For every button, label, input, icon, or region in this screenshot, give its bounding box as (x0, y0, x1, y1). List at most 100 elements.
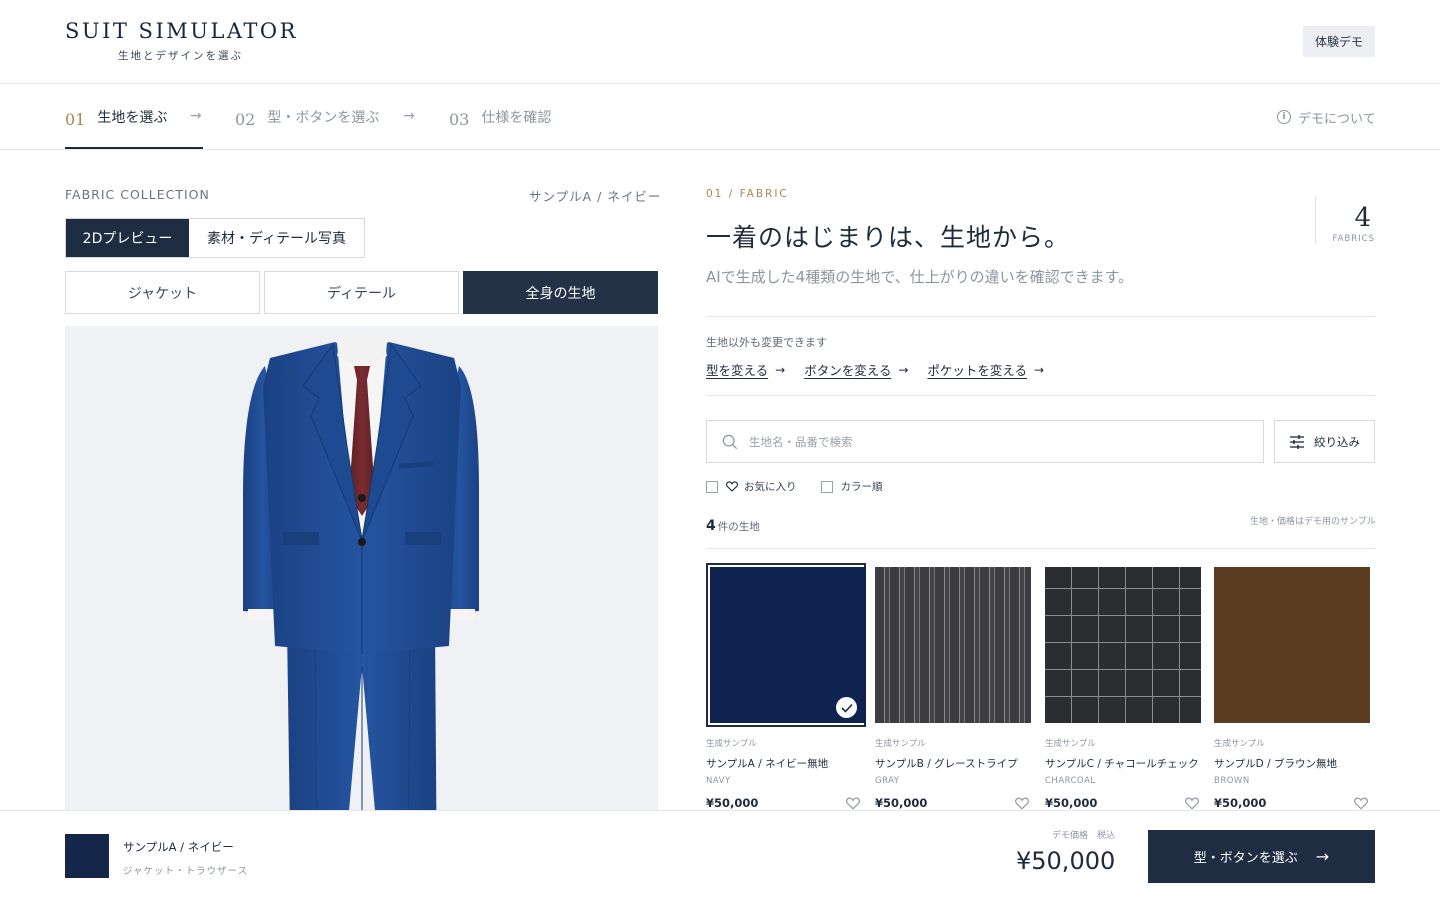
step-number: 03 (449, 109, 470, 129)
selected-fabric-label: サンプルA / ネイビー (529, 189, 662, 204)
fabric-color: GRAY (875, 776, 900, 786)
fabric-color: CHARCOAL (1045, 776, 1096, 786)
fabric-price: ¥50,000 (1045, 796, 1098, 810)
fabric-tag: 生成サンプル (875, 739, 926, 749)
demo-badge: 体験デモ (1303, 26, 1375, 57)
change-pocket-link[interactable]: ポケットを変える → (927, 360, 1044, 379)
favorite-heart-icon[interactable] (1354, 797, 1368, 810)
fabric-price-row: ¥50,000 (875, 796, 1029, 810)
filter-label: 絞り込み (1314, 434, 1360, 449)
next-step-label: 型・ボタンを選ぶ (1193, 851, 1298, 866)
view-material-photos-button[interactable]: 素材・ディテール写真 (189, 219, 364, 257)
step-number: 01 (65, 109, 86, 129)
info-icon: i (1277, 110, 1291, 124)
tab-jacket[interactable]: ジャケット (65, 271, 260, 314)
result-note: 生地・価格はデモ用のサンプル (1250, 517, 1376, 527)
change-style-link[interactable]: 型を変える → (706, 360, 785, 379)
bottom-bar: サンプルA / ネイビー ジャケット・トラウザース デモ価格 税込 ¥50,00… (0, 810, 1440, 900)
view-toggle: 2Dプレビュー 素材・ディテール写真 (65, 218, 365, 258)
next-step-button[interactable]: 型・ボタンを選ぶ → (1148, 830, 1375, 883)
check-icon (836, 697, 857, 718)
divider (706, 316, 1375, 317)
search-box (706, 420, 1264, 463)
fabric-name: サンプルB / グレーストライプ (875, 758, 1018, 770)
fabric-count: 4 (1354, 203, 1371, 233)
search-icon (722, 434, 738, 449)
change-button-link[interactable]: ボタンを変える → (804, 360, 908, 379)
step-number: 02 (235, 109, 256, 129)
fabric-swatch-frame (1214, 563, 1374, 727)
fabric-price-row: ¥50,000 (706, 796, 860, 810)
fabric-price: ¥50,000 (875, 796, 928, 810)
arrow-right-icon: → (1315, 847, 1330, 866)
fabric-tag: 生成サンプル (1045, 739, 1096, 749)
step-confirm[interactable]: 03 仕様を確認 (449, 84, 551, 150)
step-label: 仕様を確認 (481, 110, 552, 126)
favorites-label: お気に入り (744, 481, 797, 493)
arrow-right-icon: → (403, 108, 415, 124)
link-label: ボタンを変える (804, 363, 892, 378)
arrow-right-icon: → (190, 108, 202, 124)
fabric-color: BROWN (1214, 776, 1250, 786)
favorite-heart-icon[interactable] (846, 797, 860, 810)
step-style[interactable]: 02 型・ボタンを選ぶ (235, 84, 379, 150)
sliders-icon (1290, 434, 1304, 449)
fabric-card[interactable]: 生成サンプル サンプルA / ネイビー無地 NAVY ¥50,000 (706, 563, 866, 810)
result-count-unit: 件の生地 (717, 521, 760, 533)
filter-button[interactable]: 絞り込み (1274, 420, 1375, 463)
fabric-swatch (1045, 567, 1201, 723)
fabric-color: NAVY (706, 776, 731, 786)
arrow-right-icon: → (775, 362, 786, 377)
section-subtitle: AIで生成した4種類の生地で、仕上がりの違いを確認できます。 (706, 268, 1134, 286)
heart-icon (726, 481, 738, 492)
fabric-swatch (875, 567, 1031, 723)
tab-full-body[interactable]: 全身の生地 (463, 271, 658, 314)
collection-label: FABRIC COLLECTION (65, 187, 210, 202)
checkbox-box (820, 480, 833, 493)
favorites-checkbox[interactable]: お気に入り (706, 479, 797, 494)
view-2d-preview-button[interactable]: 2Dプレビュー (66, 219, 189, 257)
about-demo-link[interactable]: i デモについて (1277, 84, 1376, 150)
fabric-price-row: ¥50,000 (1045, 796, 1199, 810)
tab-detail[interactable]: ディテール (264, 271, 459, 314)
fabric-swatch-frame (706, 563, 866, 727)
selected-fabric-thumbnail (65, 834, 109, 878)
arrow-right-icon: → (898, 362, 909, 377)
link-label: ポケットを変える (927, 363, 1028, 378)
price-note: デモ価格 税込 (1052, 831, 1116, 841)
fabric-card[interactable]: 生成サンプル サンプルB / グレーストライプ GRAY ¥50,000 (875, 563, 1035, 810)
fabric-count-box: 4 FABRICS (1315, 196, 1375, 244)
fabric-tag: 生成サンプル (1214, 739, 1265, 749)
fabric-price-row: ¥50,000 (1214, 796, 1368, 810)
search-input[interactable] (749, 434, 1229, 449)
divider (706, 548, 1375, 549)
fabric-card[interactable]: 生成サンプル サンプルD / ブラウン無地 BROWN ¥50,000 (1214, 563, 1374, 810)
selected-fabric-name: サンプルA / ネイビー (123, 840, 234, 854)
fabric-price: ¥50,000 (1214, 796, 1267, 810)
result-count-number: 4 (706, 518, 716, 534)
fabric-card[interactable]: 生成サンプル サンプルC / チャコールチェック CHARCOAL ¥50,00… (1045, 563, 1205, 810)
fabric-tag: 生成サンプル (706, 739, 757, 749)
step-fabric[interactable]: 01 生地を選ぶ (65, 84, 167, 150)
checkbox-box (706, 480, 718, 493)
result-count: 4 件の生地 (706, 518, 760, 534)
fabric-name: サンプルA / ネイビー無地 (706, 758, 829, 770)
favorite-heart-icon[interactable] (1185, 797, 1199, 810)
total-price: ¥50,000 (1016, 847, 1116, 875)
logo-title[interactable]: SUIT SIMULATOR (65, 19, 298, 43)
about-label: デモについて (1298, 111, 1376, 127)
fabric-name: サンプルC / チャコールチェック (1045, 758, 1199, 770)
step-navigation: 01 生地を選ぶ → 02 型・ボタンを選ぶ → 03 仕様を確認 i デモにつ… (0, 84, 1440, 150)
fabric-swatch-frame (875, 563, 1035, 727)
active-step-indicator (65, 147, 203, 149)
fabric-name: サンプルD / ブラウン無地 (1214, 758, 1337, 770)
favorite-heart-icon[interactable] (1015, 797, 1029, 810)
color-sort-checkbox[interactable]: カラー順 (820, 479, 883, 494)
fabric-count-label: FABRICS (1332, 234, 1375, 244)
step-label: 生地を選ぶ (97, 110, 168, 126)
selected-parts: ジャケット・トラウザース (123, 866, 249, 877)
fabric-swatch (1214, 567, 1370, 723)
color-sort-label: カラー順 (840, 481, 883, 493)
section-headline: 一着のはじまりは、生地から。 (706, 223, 1071, 252)
fabric-price: ¥50,000 (706, 796, 759, 810)
